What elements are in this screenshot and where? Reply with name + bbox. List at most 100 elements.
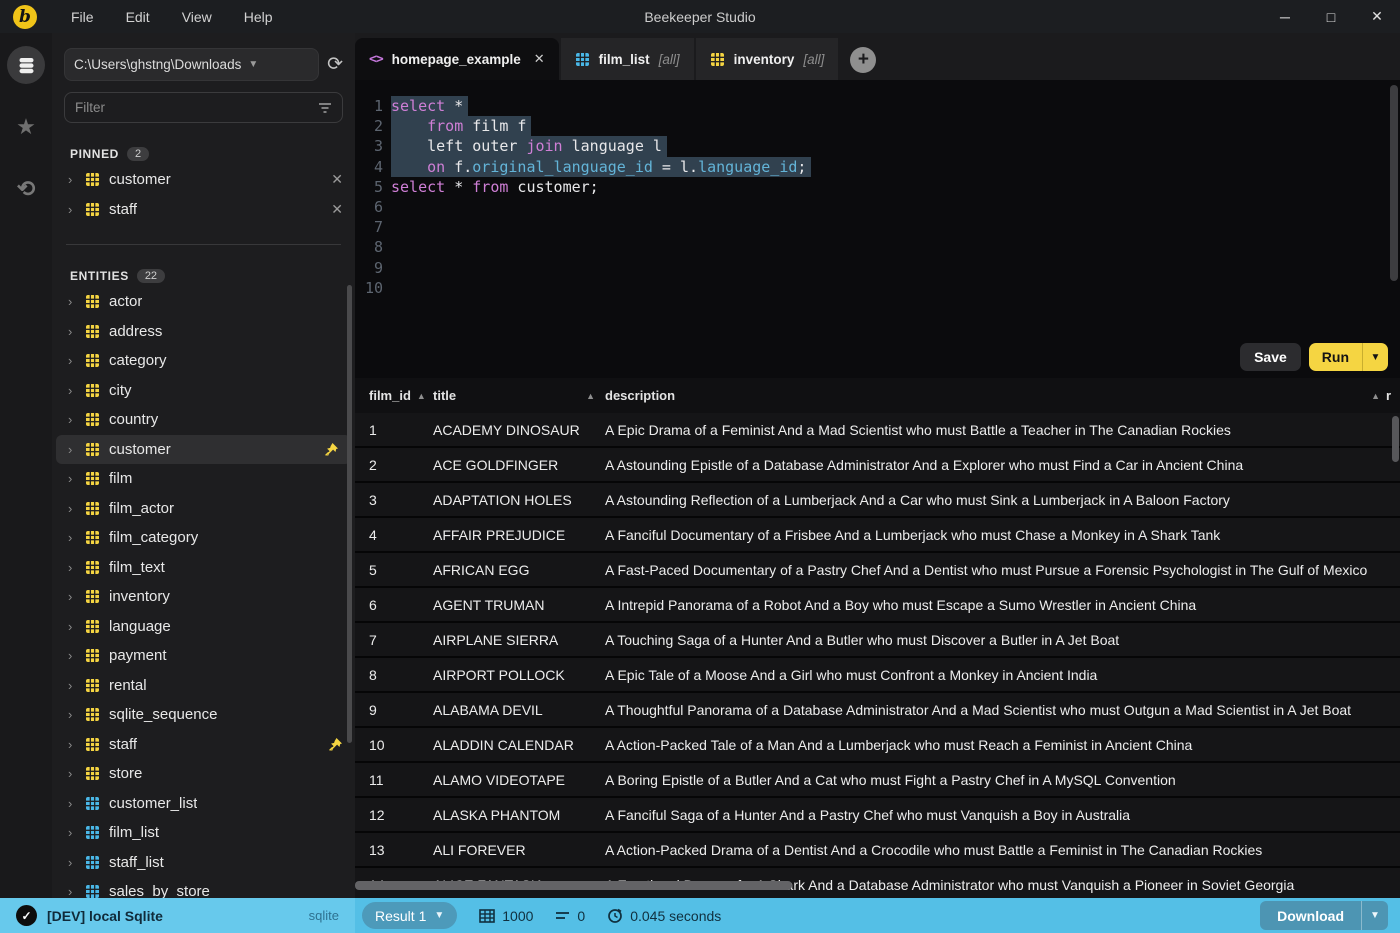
chevron-right-icon[interactable]: › — [68, 766, 76, 781]
chevron-right-icon[interactable]: › — [68, 796, 76, 811]
chevron-right-icon[interactable]: › — [68, 855, 76, 870]
chevron-right-icon[interactable]: › — [68, 530, 76, 545]
favorites-star-icon[interactable]: ★ — [7, 108, 45, 146]
table-row[interactable]: 5 AFRICAN EGG A Fast-Paced Documentary of … — [355, 553, 1400, 586]
close-icon[interactable]: ✕ — [1354, 0, 1400, 33]
menu-help[interactable]: Help — [232, 5, 285, 29]
connection-select[interactable]: C:\Users\ghstng\Downloads ▼ — [64, 48, 320, 81]
chevron-right-icon[interactable]: › — [68, 442, 76, 457]
chevron-right-icon[interactable]: › — [68, 471, 76, 486]
tab-film_list[interactable]: film_list [all] — [560, 38, 694, 80]
table-row[interactable]: 6 AGENT TRUMAN A Intrepid Panorama of a Ro… — [355, 588, 1400, 621]
chevron-right-icon[interactable]: › — [68, 202, 76, 217]
table-row[interactable]: 12 ALASKA PHANTOM A Fanciful Saga of a Hun… — [355, 798, 1400, 831]
entity-item-store[interactable]: › store — [52, 759, 355, 789]
table-row[interactable]: 4 AFFAIR PREJUDICE A Fanciful Documentary … — [355, 518, 1400, 551]
entity-item-staff[interactable]: › staff — [52, 730, 355, 760]
tab-inventory[interactable]: inventory [all] — [695, 38, 839, 80]
column-header-film-id[interactable]: film_id ▲ — [355, 388, 433, 403]
editor-scrollbar[interactable] — [1390, 85, 1398, 281]
table-horizontal-scrollbar[interactable] — [355, 881, 792, 890]
entity-item-staff_list[interactable]: › staff_list — [52, 848, 355, 878]
view-table-icon — [86, 826, 99, 840]
chevron-right-icon[interactable]: › — [68, 737, 76, 752]
column-header-partial[interactable]: r — [1386, 388, 1400, 403]
table-row[interactable]: 13 ALI FOREVER A Action-Packed Drama of a … — [355, 833, 1400, 866]
table-row[interactable]: 2 ACE GOLDFINGER A Astounding Epistle of a… — [355, 448, 1400, 481]
table-row[interactable]: 10 ALADDIN CALENDAR A Action-Packed Tale o… — [355, 728, 1400, 761]
new-tab-button[interactable]: + — [850, 47, 877, 73]
result-selector[interactable]: Result 1 ▼ — [362, 902, 458, 929]
refresh-icon[interactable]: ⟳ — [327, 53, 343, 76]
entity-item-film_category[interactable]: › film_category — [52, 523, 355, 553]
table-vertical-scrollbar[interactable] — [1392, 416, 1399, 462]
entity-item-sales_by_store[interactable]: › sales_by_store — [52, 877, 355, 898]
chevron-right-icon[interactable]: › — [68, 560, 76, 575]
column-header-description[interactable]: description ▲ — [605, 388, 1386, 403]
column-header-title[interactable]: title ▲ — [433, 388, 605, 403]
chevron-right-icon[interactable]: › — [68, 501, 76, 516]
chevron-right-icon[interactable]: › — [68, 383, 76, 398]
cell-description: A Action-Packed Drama of a Dentist And a… — [605, 841, 1263, 858]
maximize-icon[interactable]: □ — [1308, 0, 1354, 33]
chevron-right-icon[interactable]: › — [68, 353, 76, 368]
table-row[interactable]: 7 AIRPLANE SIERRA A Touching Saga of a Hun… — [355, 623, 1400, 656]
entity-item-customer_list[interactable]: › customer_list — [52, 789, 355, 819]
entity-item-customer[interactable]: › customer — [56, 434, 351, 464]
entity-item-payment[interactable]: › payment — [52, 641, 355, 671]
minimize-icon[interactable]: ─ — [1262, 0, 1308, 33]
database-tables-icon[interactable] — [7, 46, 45, 84]
chevron-right-icon[interactable]: › — [68, 172, 76, 187]
table-row[interactable]: 11 ALAMO VIDEOTAPE A Boring Epistle of a B… — [355, 763, 1400, 796]
connection-status[interactable]: ✓ [DEV] local Sqlite sqlite — [0, 898, 355, 933]
entity-filter-input[interactable]: Filter — [64, 92, 343, 123]
table-row[interactable]: 9 ALABAMA DEVIL A Thoughtful Panorama of a… — [355, 693, 1400, 726]
entity-item-film[interactable]: › film — [52, 464, 355, 494]
download-button[interactable]: Download — [1260, 901, 1361, 930]
entity-item-film_actor[interactable]: › film_actor — [52, 494, 355, 524]
entity-item-sqlite_sequence[interactable]: › sqlite_sequence — [52, 700, 355, 730]
run-options-caret[interactable]: ▼ — [1362, 343, 1388, 371]
sidebar-scrollbar[interactable] — [347, 285, 352, 743]
pin-icon[interactable] — [328, 737, 343, 752]
tab-close-icon[interactable]: ✕ — [534, 51, 545, 67]
entity-item-country[interactable]: › country — [52, 405, 355, 435]
entity-item-rental[interactable]: › rental — [52, 671, 355, 701]
menu-file[interactable]: File — [59, 5, 106, 29]
pinned-item-staff[interactable]: › staff ✕ — [52, 195, 355, 225]
run-button[interactable]: Run — [1308, 343, 1362, 371]
chevron-right-icon[interactable]: › — [68, 589, 76, 604]
entity-item-actor[interactable]: › actor — [52, 287, 355, 317]
pinned-item-customer[interactable]: › customer ✕ — [52, 165, 355, 195]
history-icon[interactable]: ⟲ — [7, 170, 45, 208]
entity-item-language[interactable]: › language — [52, 612, 355, 642]
chevron-right-icon[interactable]: › — [68, 884, 76, 898]
table-row[interactable]: 3 ADAPTATION HOLES A Astounding Reflection… — [355, 483, 1400, 516]
chevron-right-icon[interactable]: › — [68, 648, 76, 663]
save-button[interactable]: Save — [1240, 343, 1301, 371]
chevron-right-icon[interactable]: › — [68, 619, 76, 634]
pin-icon[interactable] — [324, 442, 339, 457]
unpin-close-icon[interactable]: ✕ — [331, 171, 343, 188]
entity-item-address[interactable]: › address — [52, 317, 355, 347]
menu-edit[interactable]: Edit — [114, 5, 162, 29]
download-options-caret[interactable]: ▼ — [1361, 901, 1388, 930]
chevron-right-icon[interactable]: › — [68, 294, 76, 309]
entity-item-film_text[interactable]: › film_text — [52, 553, 355, 583]
menu-view[interactable]: View — [170, 5, 224, 29]
chevron-right-icon[interactable]: › — [68, 412, 76, 427]
table-row[interactable]: 8 AIRPORT POLLOCK A Epic Tale of a Moose A… — [355, 658, 1400, 691]
entity-item-inventory[interactable]: › inventory — [52, 582, 355, 612]
chevron-right-icon[interactable]: › — [68, 825, 76, 840]
unpin-close-icon[interactable]: ✕ — [331, 201, 343, 218]
entity-item-label: customer_list — [109, 794, 198, 812]
entity-item-film_list[interactable]: › film_list — [52, 818, 355, 848]
tab-homepage_example[interactable]: <> homepage_example ✕ — [355, 38, 559, 80]
chevron-right-icon[interactable]: › — [68, 324, 76, 339]
table-row[interactable]: 1 ACADEMY DINOSAUR A Epic Drama of a Femin… — [355, 413, 1400, 446]
entity-item-category[interactable]: › category — [52, 346, 355, 376]
sql-editor[interactable]: 1 select * 2 from film f3 left outer join … — [355, 80, 1400, 378]
chevron-right-icon[interactable]: › — [68, 707, 76, 722]
entity-item-city[interactable]: › city — [52, 376, 355, 406]
chevron-right-icon[interactable]: › — [68, 678, 76, 693]
